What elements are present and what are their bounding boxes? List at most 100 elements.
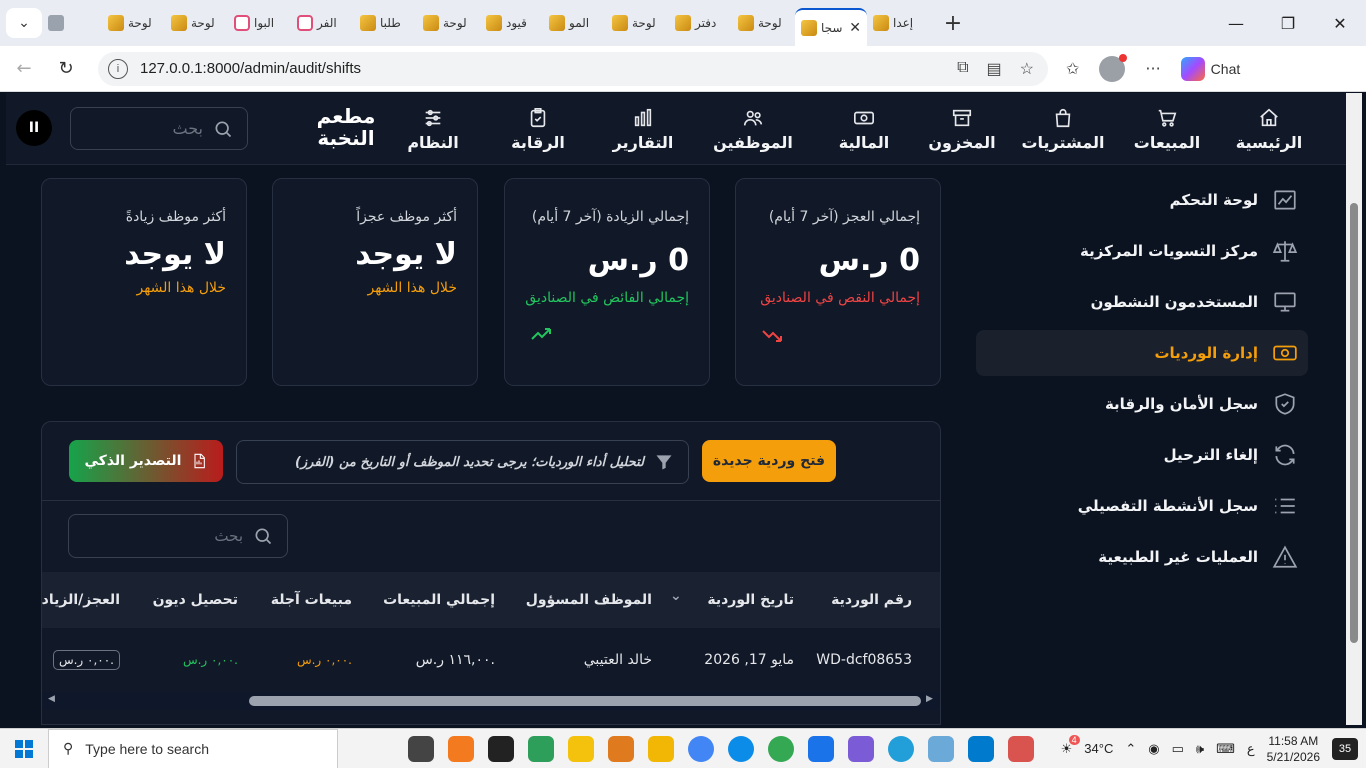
url-field[interactable]: i 127.0.0.1:8000/admin/audit/shifts ⧉ ▤ … bbox=[98, 51, 1048, 86]
profile-avatar[interactable] bbox=[1099, 53, 1128, 82]
stat-card-value: 0 ر.س bbox=[818, 243, 920, 278]
favorites-icon[interactable]: ✩ bbox=[1066, 59, 1079, 78]
app-icon[interactable] bbox=[928, 735, 954, 762]
table-header-cell[interactable]: إجمالي المبيعات bbox=[355, 572, 495, 628]
browser-tab[interactable]: البوا bbox=[228, 8, 291, 38]
browser-tab[interactable]: دفتر bbox=[669, 8, 732, 38]
sidebar-item-anomalies[interactable]: العمليات غير الطبيعية bbox=[976, 534, 1308, 580]
input-language[interactable]: ع bbox=[1247, 741, 1255, 757]
url-actions: ⧉ ▤ ☆ bbox=[957, 59, 1048, 79]
table-search-input[interactable]: بحث bbox=[68, 514, 288, 558]
nav-finance[interactable]: المالية bbox=[822, 103, 906, 155]
browser-tab[interactable]: لوحة bbox=[732, 8, 795, 38]
browser-tab[interactable]: طلبا bbox=[354, 8, 417, 38]
volume-icon[interactable]: 🕪 bbox=[1196, 741, 1204, 757]
more-menu-icon[interactable]: ··· bbox=[1145, 59, 1160, 78]
battery-icon[interactable]: ▭ bbox=[1172, 741, 1184, 757]
temperature[interactable]: 34°C bbox=[1084, 741, 1113, 756]
nav-purchases[interactable]: المشتريات bbox=[1015, 103, 1111, 155]
site-info-icon[interactable]: i bbox=[108, 58, 128, 79]
table-header-cell[interactable]: تحصيل ديون bbox=[128, 572, 238, 628]
taskbar-search[interactable]: ⚲ Type here to search bbox=[48, 728, 338, 768]
sidebar-item-shifts[interactable]: إدارة الورديات bbox=[976, 330, 1308, 376]
page-scrollbar-thumb[interactable] bbox=[1350, 203, 1358, 643]
vscode-icon[interactable] bbox=[968, 735, 994, 762]
tab-title: لوحة bbox=[191, 16, 215, 30]
github-icon[interactable] bbox=[488, 735, 514, 762]
translate-icon[interactable]: ⧉ bbox=[957, 59, 968, 79]
keyboard-icon[interactable]: ⌨ bbox=[1216, 741, 1235, 757]
reload-button[interactable]: ↻ bbox=[48, 58, 84, 79]
browser-tab[interactable]: إعدا bbox=[867, 8, 930, 38]
edge-icon[interactable] bbox=[728, 735, 754, 762]
nav-reports[interactable]: التقارير bbox=[601, 103, 685, 155]
scroll-right-arrow[interactable]: ▶ bbox=[926, 694, 933, 704]
sidebar-item-activity-log[interactable]: سجل الأنشطة التفصيلي bbox=[976, 483, 1308, 529]
chrome-icon[interactable] bbox=[768, 735, 794, 762]
scrollbar-thumb[interactable] bbox=[249, 696, 921, 706]
back-button[interactable]: ← bbox=[6, 58, 42, 79]
browser-tab[interactable]: المو bbox=[543, 8, 606, 38]
tab-list-dropdown[interactable]: ⌄ bbox=[6, 8, 42, 38]
xampp-icon[interactable] bbox=[448, 735, 474, 762]
browser-tab[interactable]: لوحة bbox=[165, 8, 228, 38]
app-icon[interactable] bbox=[1008, 735, 1034, 762]
table-header-cell[interactable]: تاريخ الوردية ⌄ bbox=[670, 572, 794, 628]
global-search[interactable]: بحث bbox=[70, 107, 248, 150]
browser-tab[interactable]: لوحة bbox=[606, 8, 669, 38]
nav-employees[interactable]: الموظفين bbox=[705, 103, 801, 155]
nav-audit[interactable]: الرقابة bbox=[496, 103, 580, 155]
browser-tab[interactable]: سجا ✕ bbox=[795, 8, 867, 46]
task-view-icon[interactable] bbox=[408, 735, 434, 762]
sidebar-item-cancel-posting[interactable]: إلغاء الترحيل bbox=[976, 432, 1308, 478]
notifications-button[interactable]: 35 bbox=[1332, 737, 1358, 760]
favorite-star-icon[interactable]: ☆ bbox=[1020, 59, 1034, 79]
app-icon[interactable] bbox=[848, 735, 874, 762]
table-header-cell[interactable]: الموظف المسؤول bbox=[502, 572, 652, 628]
horizontal-scrollbar[interactable]: ◀ ▶ bbox=[42, 692, 940, 710]
sidebar-item-dashboard[interactable]: لوحة التحكم bbox=[976, 177, 1308, 223]
app-icon[interactable] bbox=[568, 735, 594, 762]
app-icon[interactable] bbox=[528, 735, 554, 762]
start-button[interactable] bbox=[0, 729, 48, 768]
copilot-chat-button[interactable]: Chat bbox=[1180, 56, 1240, 81]
table-header-cell[interactable]: مبيعات آجلة bbox=[232, 572, 352, 628]
sidebar-item-security-log[interactable]: سجل الأمان والرقابة bbox=[976, 381, 1308, 427]
sidebar-item-settlements[interactable]: مركز التسويات المركزية bbox=[976, 228, 1308, 274]
clock[interactable]: 11:58 AM 5/21/2026 bbox=[1267, 733, 1320, 765]
nav-sales[interactable]: المبيعات bbox=[1125, 103, 1209, 155]
nav-system[interactable]: النظام bbox=[391, 103, 475, 155]
telegram-icon[interactable] bbox=[888, 735, 914, 762]
minimize-button[interactable]: — bbox=[1210, 14, 1262, 33]
nav-home[interactable]: الرئيسية bbox=[1227, 103, 1311, 155]
tray-chevron-icon[interactable]: ⌃ bbox=[1125, 741, 1136, 757]
tab-favicon bbox=[801, 20, 817, 36]
stat-card-value: لا يوجد bbox=[124, 237, 226, 272]
table-header-cell[interactable]: العجز/الزيادة bbox=[42, 572, 120, 628]
new-tab-button[interactable]: + bbox=[938, 11, 968, 36]
chrome-icon[interactable] bbox=[688, 735, 714, 762]
network-icon[interactable]: ◉ bbox=[1148, 741, 1159, 757]
page-vertical-scrollbar[interactable] bbox=[1346, 93, 1362, 725]
weather-icon[interactable]: ☀ 4 bbox=[1061, 734, 1080, 757]
table-header-cell[interactable]: رقم الوردية bbox=[782, 572, 912, 628]
reader-icon[interactable]: ▤ bbox=[987, 59, 1002, 79]
sidebar-item-active-users[interactable]: المستخدمون النشطون bbox=[976, 279, 1308, 325]
app-icon[interactable] bbox=[808, 735, 834, 762]
tab-sound-indicator[interactable] bbox=[42, 8, 82, 38]
file-explorer-icon[interactable] bbox=[648, 735, 674, 762]
filter-hint-box[interactable]: لتحليل أداء الورديات؛ يرجى تحديد الموظف … bbox=[236, 440, 689, 484]
browser-tab[interactable]: الفر bbox=[291, 8, 354, 38]
browser-tab[interactable]: لوحة bbox=[102, 8, 165, 38]
pause-button[interactable]: II bbox=[16, 110, 52, 146]
browser-tab[interactable]: قيود bbox=[480, 8, 543, 38]
browser-tab[interactable]: لوحة bbox=[417, 8, 480, 38]
app-icon[interactable] bbox=[608, 735, 634, 762]
sort-chevron-icon[interactable]: ⌄ bbox=[670, 588, 682, 604]
close-window-button[interactable]: ✕ bbox=[1314, 14, 1366, 33]
nav-inventory[interactable]: المخزون bbox=[920, 103, 1004, 155]
smart-export-button[interactable]: التصدير الذكي bbox=[69, 440, 223, 482]
close-tab-icon[interactable]: ✕ bbox=[849, 20, 861, 36]
maximize-button[interactable]: ❐ bbox=[1262, 14, 1314, 33]
new-shift-button[interactable]: فتح وردية جديدة bbox=[702, 440, 836, 482]
